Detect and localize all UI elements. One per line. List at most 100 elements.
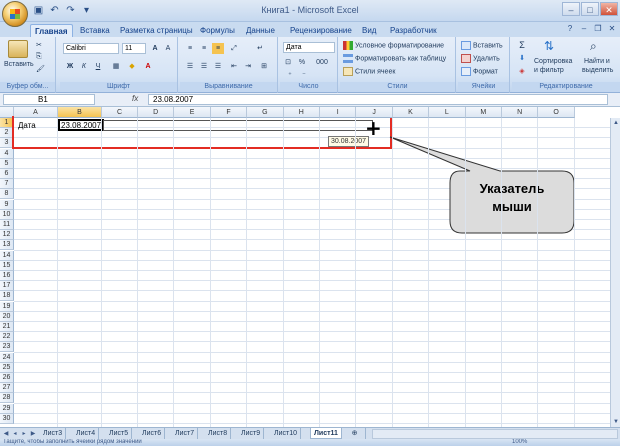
column-header-o[interactable]: O <box>538 107 575 118</box>
row-header-18[interactable]: 18 <box>0 291 14 302</box>
orientation-icon[interactable]: ⤢ <box>228 43 240 54</box>
fill-icon[interactable]: ⬇ <box>516 53 528 64</box>
format-as-table-button[interactable]: Форматировать как таблицу <box>343 54 446 63</box>
row-header-4[interactable]: 4 <box>0 148 14 159</box>
underline-button[interactable]: Ч <box>92 61 104 72</box>
thousands-button[interactable]: 000 <box>312 57 332 68</box>
column-header-c[interactable]: C <box>102 107 138 118</box>
column-header-h[interactable]: H <box>283 107 320 118</box>
sort-filter-button-line2[interactable]: и фильтр <box>534 67 564 74</box>
scroll-down-icon[interactable]: ▼ <box>612 418 620 426</box>
fill-color-icon[interactable]: ◆ <box>126 61 138 72</box>
increase-decimal-icon[interactable]: ⁺ <box>284 70 296 81</box>
font-name-select[interactable]: Calibri <box>63 43 119 54</box>
column-header-i[interactable]: I <box>320 107 357 118</box>
sort-filter-button[interactable]: Сортировка <box>534 58 572 65</box>
column-header-l[interactable]: L <box>429 107 466 118</box>
tab-view[interactable]: Вид <box>358 24 380 37</box>
align-bottom-icon[interactable]: ≡ <box>212 43 224 54</box>
vertical-scrollbar[interactable]: ▲ ▼ <box>610 118 620 427</box>
row-header-19[interactable]: 19 <box>0 301 14 312</box>
restore-doc-icon[interactable]: ❐ <box>592 23 604 35</box>
sheet-tab-лист3[interactable]: Лист3 <box>40 428 67 439</box>
cell-styles-button[interactable]: Стили ячеек <box>343 67 395 76</box>
sheet-tab-лист10[interactable]: Лист10 <box>271 428 301 439</box>
row-header-26[interactable]: 26 <box>0 373 14 383</box>
delete-cells-button[interactable]: Удалить <box>461 54 500 63</box>
column-header-j[interactable]: J <box>356 107 393 118</box>
minimize-icon[interactable]: – <box>562 2 580 16</box>
find-select-button[interactable]: Найти и <box>584 58 610 65</box>
row-header-6[interactable]: 6 <box>0 169 14 179</box>
tab-developer[interactable]: Разработчик <box>386 24 441 37</box>
tab-review[interactable]: Рецензирование <box>286 24 356 37</box>
decrease-decimal-icon[interactable]: ⁻ <box>298 70 310 81</box>
shrink-font-button[interactable]: A <box>162 43 174 54</box>
row-header-21[interactable]: 21 <box>0 322 14 332</box>
copy-icon[interactable]: ⎘ <box>36 53 42 61</box>
prev-sheet-icon[interactable]: ◂ <box>11 429 19 439</box>
maximize-icon[interactable]: □ <box>581 2 599 16</box>
new-sheet-icon[interactable]: ⊕ <box>344 428 366 439</box>
conditional-formatting-button[interactable]: Условное форматирование <box>343 41 444 50</box>
sheet-tab-лист8[interactable]: Лист8 <box>205 428 232 439</box>
column-header-k[interactable]: K <box>392 107 430 118</box>
column-header-n[interactable]: N <box>502 107 539 118</box>
row-header-17[interactable]: 17 <box>0 281 14 292</box>
column-header-d[interactable]: D <box>138 107 175 118</box>
align-center-icon[interactable]: ☰ <box>198 61 210 72</box>
find-select-button-line2[interactable]: выделить <box>582 67 613 74</box>
zoom-level[interactable]: 100% <box>512 439 527 446</box>
close-doc-icon[interactable]: ✕ <box>606 23 618 35</box>
row-header-27[interactable]: 27 <box>0 383 14 394</box>
align-top-icon[interactable]: ≡ <box>184 43 196 54</box>
format-painter-icon[interactable]: 🖌 <box>36 65 45 73</box>
row-header-30[interactable]: 30 <box>0 413 14 424</box>
column-header-m[interactable]: M <box>465 107 502 118</box>
row-header-22[interactable]: 22 <box>0 332 14 343</box>
row-header-28[interactable]: 28 <box>0 393 14 404</box>
tab-home[interactable]: Главная <box>30 24 73 37</box>
align-middle-icon[interactable]: ≡ <box>198 43 210 54</box>
insert-cells-button[interactable]: Вставить <box>461 41 503 50</box>
row-header-9[interactable]: 9 <box>0 199 14 210</box>
sheet-tab-лист11[interactable]: Лист11 <box>310 428 342 439</box>
column-header-b[interactable]: B <box>58 107 102 118</box>
row-header-24[interactable]: 24 <box>0 352 14 363</box>
row-header-23[interactable]: 23 <box>0 342 14 353</box>
align-left-icon[interactable]: ☰ <box>184 61 196 72</box>
row-header-15[interactable]: 15 <box>0 260 14 271</box>
sheet-tab-лист7[interactable]: Лист7 <box>172 428 199 439</box>
first-sheet-icon[interactable]: ◀ <box>2 429 10 439</box>
wrap-text-icon[interactable]: ↵ <box>254 43 266 54</box>
column-header-f[interactable]: F <box>210 107 248 118</box>
row-header-25[interactable]: 25 <box>0 362 14 373</box>
tab-page-layout[interactable]: Разметка страницы <box>116 24 197 37</box>
column-header-a[interactable]: A <box>14 107 58 118</box>
grow-font-button[interactable]: A <box>149 43 161 54</box>
help-icon[interactable]: ? <box>564 23 576 35</box>
name-box[interactable]: B1 <box>3 94 95 105</box>
format-cells-button[interactable]: Формат <box>461 67 498 76</box>
autosum-icon[interactable]: Σ <box>516 40 528 51</box>
row-header-29[interactable]: 29 <box>0 403 14 414</box>
row-header-12[interactable]: 12 <box>0 230 14 241</box>
clear-icon[interactable]: ◈ <box>516 66 528 77</box>
tab-insert[interactable]: Вставка <box>76 24 114 37</box>
sheet-tab-лист4[interactable]: Лист4 <box>73 428 100 439</box>
row-header-14[interactable]: 14 <box>0 250 14 261</box>
sheet-tab-лист6[interactable]: Лист6 <box>139 428 166 439</box>
row-header-20[interactable]: 20 <box>0 311 14 322</box>
formula-input[interactable]: 23.08.2007 <box>148 94 608 105</box>
minimize-doc-icon[interactable]: – <box>578 23 590 35</box>
row-header-16[interactable]: 16 <box>0 271 14 281</box>
row-header-5[interactable]: 5 <box>0 158 14 169</box>
last-sheet-icon[interactable]: ▶ <box>29 429 37 439</box>
font-size-select[interactable]: 11 <box>122 43 146 54</box>
increase-indent-icon[interactable]: ⇥ <box>242 61 254 72</box>
italic-button[interactable]: К <box>78 61 90 72</box>
row-header-13[interactable]: 13 <box>0 240 14 251</box>
worksheet-grid[interactable]: 30 29 28 27 26 25 24 23 22 21 20 19 18 17 16 15 14 13 12 11… <box>0 107 620 427</box>
sheet-tab-лист9[interactable]: Лист9 <box>238 428 265 439</box>
row-header-8[interactable]: 8 <box>0 189 14 200</box>
